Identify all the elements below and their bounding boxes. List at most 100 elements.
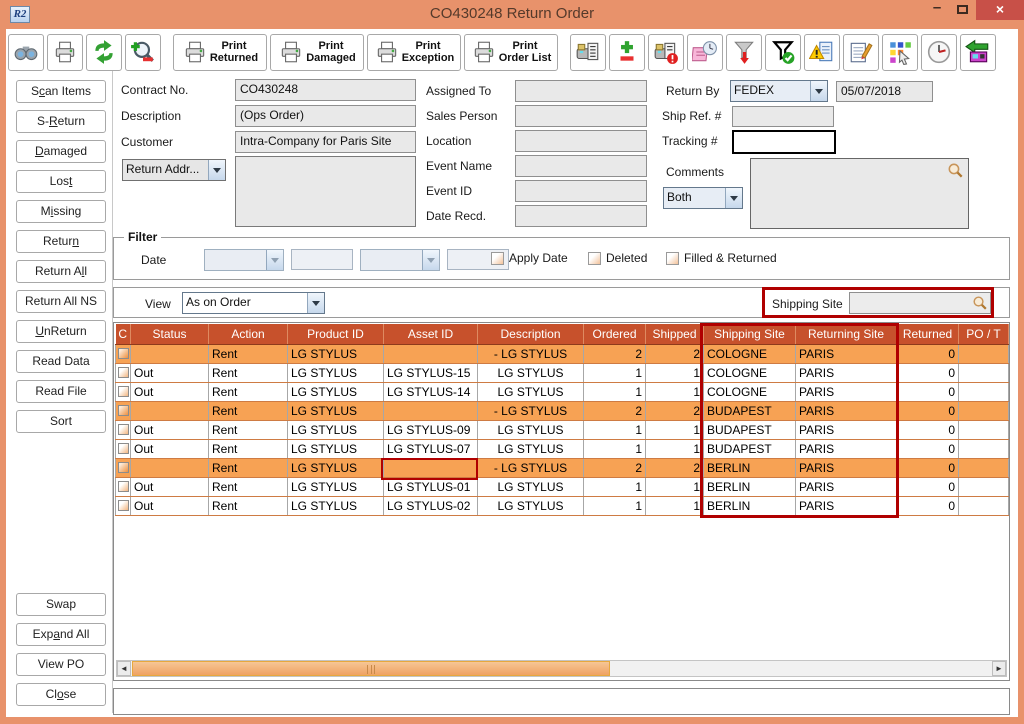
chevron-down-icon[interactable] bbox=[307, 293, 324, 313]
maximize-button[interactable] bbox=[950, 0, 976, 20]
row-checkbox-icon[interactable] bbox=[118, 424, 129, 435]
scanner-list-button[interactable] bbox=[570, 34, 606, 71]
cell-shipped[interactable]: 1 bbox=[646, 420, 704, 439]
cell-product-id[interactable]: LG STYLUS bbox=[288, 382, 384, 401]
cell-asset-id[interactable]: LG STYLUS-09 bbox=[384, 420, 478, 439]
cell-returned[interactable]: 0 bbox=[897, 477, 959, 496]
cell-product-id[interactable]: LG STYLUS bbox=[288, 439, 384, 458]
chevron-down-icon[interactable] bbox=[810, 81, 827, 101]
magnifier-icon[interactable] bbox=[947, 162, 964, 184]
cell-ordered[interactable]: 1 bbox=[584, 363, 646, 382]
column-header-po-t[interactable]: PO / T bbox=[959, 324, 1009, 344]
cell-product-id[interactable]: LG STYLUS bbox=[288, 420, 384, 439]
table-row[interactable]: RentLG STYLUS- LG STYLUS22BUDAPESTPARIS0 bbox=[116, 401, 1009, 420]
column-header-shipping-site[interactable]: Shipping Site bbox=[704, 324, 796, 344]
cell-returned[interactable]: 0 bbox=[897, 344, 959, 363]
cell-returning-site[interactable]: PARIS bbox=[796, 439, 897, 458]
cell-description[interactable]: - LG STYLUS bbox=[478, 344, 584, 363]
warning-doc-button[interactable] bbox=[804, 34, 840, 71]
cell-ordered[interactable]: 2 bbox=[584, 344, 646, 363]
table-row[interactable]: OutRentLG STYLUSLG STYLUS-02LG STYLUS11B… bbox=[116, 496, 1009, 515]
sidebar-button-missing[interactable]: Missing bbox=[16, 200, 106, 223]
cell-description[interactable]: LG STYLUS bbox=[478, 439, 584, 458]
cell-shipped[interactable]: 1 bbox=[646, 496, 704, 515]
cell-po[interactable] bbox=[959, 496, 1009, 515]
row-checkbox-cell[interactable] bbox=[116, 344, 131, 363]
sidebar-button-scan-items[interactable]: Scan Items bbox=[16, 80, 106, 103]
cell-status[interactable]: Out bbox=[131, 420, 209, 439]
cell-returned[interactable]: 0 bbox=[897, 496, 959, 515]
cell-status[interactable]: Out bbox=[131, 439, 209, 458]
return-date-field[interactable]: 05/07/2018 bbox=[836, 81, 933, 102]
cell-asset-id[interactable]: LG STYLUS-01 bbox=[384, 477, 478, 496]
cell-ordered[interactable]: 2 bbox=[584, 458, 646, 477]
cell-shipped[interactable]: 1 bbox=[646, 382, 704, 401]
column-header-action[interactable]: Action bbox=[209, 324, 288, 344]
column-header-returning-site[interactable]: Returning Site bbox=[796, 324, 897, 344]
row-checkbox-cell[interactable] bbox=[116, 401, 131, 420]
table-row[interactable]: OutRentLG STYLUSLG STYLUS-14LG STYLUS11C… bbox=[116, 382, 1009, 401]
return-address-select[interactable]: Return Addr... bbox=[122, 159, 226, 181]
location-field[interactable] bbox=[515, 130, 647, 152]
row-checkbox-icon[interactable] bbox=[118, 348, 129, 359]
cell-asset-id[interactable] bbox=[384, 344, 478, 363]
cell-po[interactable] bbox=[959, 382, 1009, 401]
scrollbar-thumb[interactable] bbox=[132, 661, 610, 676]
return-equipment-button[interactable] bbox=[960, 34, 996, 71]
binoculars-button[interactable] bbox=[8, 34, 44, 71]
cell-action[interactable]: Rent bbox=[209, 439, 288, 458]
cell-asset-id[interactable] bbox=[384, 401, 478, 420]
cell-shipping-site[interactable]: BERLIN bbox=[704, 477, 796, 496]
cell-status[interactable]: Out bbox=[131, 496, 209, 515]
row-checkbox-cell[interactable] bbox=[116, 363, 131, 382]
cell-status[interactable] bbox=[131, 344, 209, 363]
cell-description[interactable]: LG STYLUS bbox=[478, 363, 584, 382]
cell-shipped[interactable]: 1 bbox=[646, 477, 704, 496]
cell-returning-site[interactable]: PARIS bbox=[796, 401, 897, 420]
row-checkbox-cell[interactable] bbox=[116, 477, 131, 496]
table-row[interactable]: OutRentLG STYLUSLG STYLUS-09LG STYLUS11B… bbox=[116, 420, 1009, 439]
close-button[interactable]: × bbox=[976, 0, 1024, 20]
cell-action[interactable]: Rent bbox=[209, 420, 288, 439]
funnel-check-button[interactable] bbox=[765, 34, 801, 71]
cell-returning-site[interactable]: PARIS bbox=[796, 363, 897, 382]
grid-cursor-button[interactable] bbox=[882, 34, 918, 71]
cell-description[interactable]: - LG STYLUS bbox=[478, 401, 584, 420]
scroll-right-arrow-icon[interactable]: ► bbox=[992, 661, 1006, 676]
cell-product-id[interactable]: LG STYLUS bbox=[288, 477, 384, 496]
filter-checkbox-deleted[interactable]: Deleted bbox=[588, 251, 647, 265]
zoom-plus-minus-button[interactable] bbox=[125, 34, 161, 71]
column-header-returned[interactable]: Returned bbox=[897, 324, 959, 344]
cell-ordered[interactable]: 1 bbox=[584, 439, 646, 458]
cell-shipping-site[interactable]: BERLIN bbox=[704, 458, 796, 477]
sidebar-button-read-file[interactable]: Read File bbox=[16, 380, 106, 403]
clock-button[interactable] bbox=[921, 34, 957, 71]
column-header-description[interactable]: Description bbox=[478, 324, 584, 344]
print-damaged-button[interactable]: PrintDamaged bbox=[270, 34, 364, 71]
comments-textarea[interactable] bbox=[750, 158, 969, 229]
cell-asset-id[interactable]: LG STYLUS-15 bbox=[384, 363, 478, 382]
cell-description[interactable]: - LG STYLUS bbox=[478, 458, 584, 477]
row-checkbox-icon[interactable] bbox=[118, 481, 129, 492]
print-order-list-button[interactable]: PrintOrder List bbox=[464, 34, 558, 71]
cell-po[interactable] bbox=[959, 439, 1009, 458]
view-select[interactable]: As on Order bbox=[182, 292, 325, 314]
sidebar-button-lost[interactable]: Lost bbox=[16, 170, 106, 193]
row-checkbox-cell[interactable] bbox=[116, 496, 131, 515]
column-header-c[interactable]: C bbox=[116, 324, 131, 344]
cell-product-id[interactable]: LG STYLUS bbox=[288, 344, 384, 363]
refresh-button[interactable] bbox=[86, 34, 122, 71]
row-checkbox-cell[interactable] bbox=[116, 382, 131, 401]
cell-product-id[interactable]: LG STYLUS bbox=[288, 458, 384, 477]
row-checkbox-icon[interactable] bbox=[118, 462, 129, 473]
contract-no--field[interactable]: CO430248 bbox=[235, 79, 416, 101]
checkbox-icon[interactable] bbox=[491, 252, 504, 265]
row-checkbox-icon[interactable] bbox=[118, 500, 129, 511]
cell-shipped[interactable]: 2 bbox=[646, 401, 704, 420]
customer-field[interactable]: Intra-Company for Paris Site bbox=[235, 131, 416, 153]
row-checkbox-cell[interactable] bbox=[116, 458, 131, 477]
cell-asset-id[interactable]: LG STYLUS-14 bbox=[384, 382, 478, 401]
description-field[interactable]: (Ops Order) bbox=[235, 105, 416, 127]
comments-filter-select[interactable]: Both bbox=[663, 187, 743, 209]
cell-shipped[interactable]: 2 bbox=[646, 344, 704, 363]
